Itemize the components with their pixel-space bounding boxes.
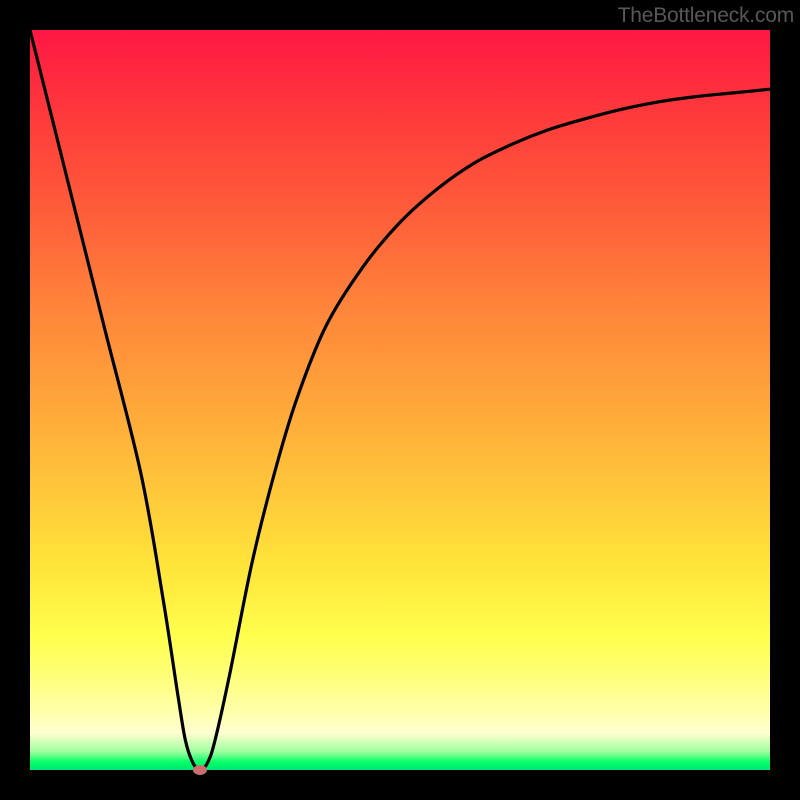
optimum-marker bbox=[193, 765, 207, 775]
chart-frame: TheBottleneck.com bbox=[0, 0, 800, 800]
bottleneck-curve bbox=[30, 30, 770, 770]
plot-area bbox=[30, 30, 770, 770]
watermark-text: TheBottleneck.com bbox=[618, 4, 794, 28]
